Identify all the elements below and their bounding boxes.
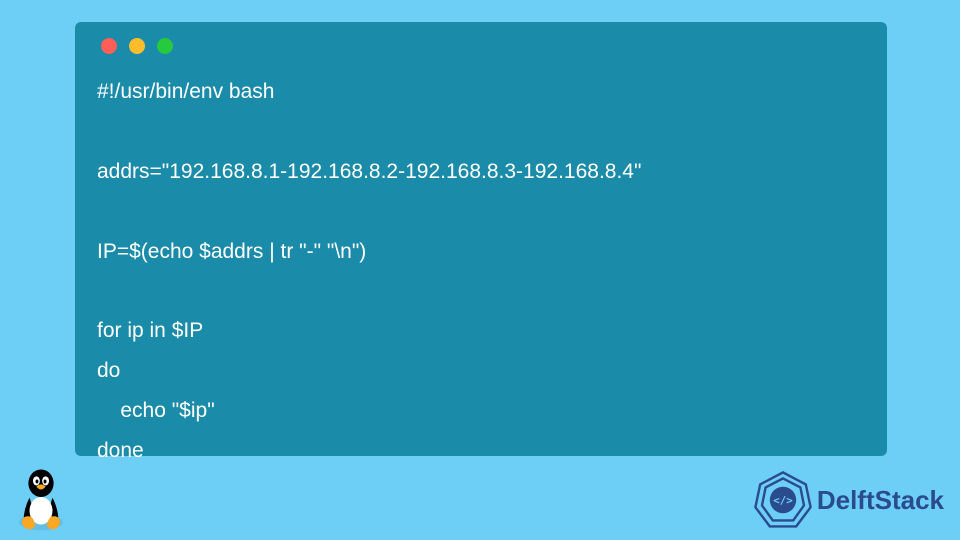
window-controls — [97, 38, 865, 54]
brand-name: DelftStack — [817, 485, 944, 516]
tux-linux-icon — [12, 466, 70, 532]
delftstack-logo-icon: </> — [753, 470, 813, 530]
code-line: IP=$(echo $addrs | tr "-" "\n") — [97, 240, 366, 263]
code-line: do — [97, 359, 120, 382]
maximize-icon — [157, 38, 173, 54]
code-line: for ip in $IP — [97, 319, 203, 342]
code-line: done — [97, 439, 144, 462]
minimize-icon — [129, 38, 145, 54]
code-window: #!/usr/bin/env bash addrs="192.168.8.1-1… — [75, 22, 887, 456]
close-icon — [101, 38, 117, 54]
code-line: echo "$ip" — [97, 399, 215, 422]
code-line: #!/usr/bin/env bash — [97, 80, 274, 103]
code-line: addrs="192.168.8.1-192.168.8.2-192.168.8… — [97, 160, 641, 183]
brand-badge: </> DelftStack — [753, 470, 944, 530]
svg-text:</>: </> — [773, 494, 793, 507]
code-block: #!/usr/bin/env bash addrs="192.168.8.1-1… — [97, 72, 865, 471]
